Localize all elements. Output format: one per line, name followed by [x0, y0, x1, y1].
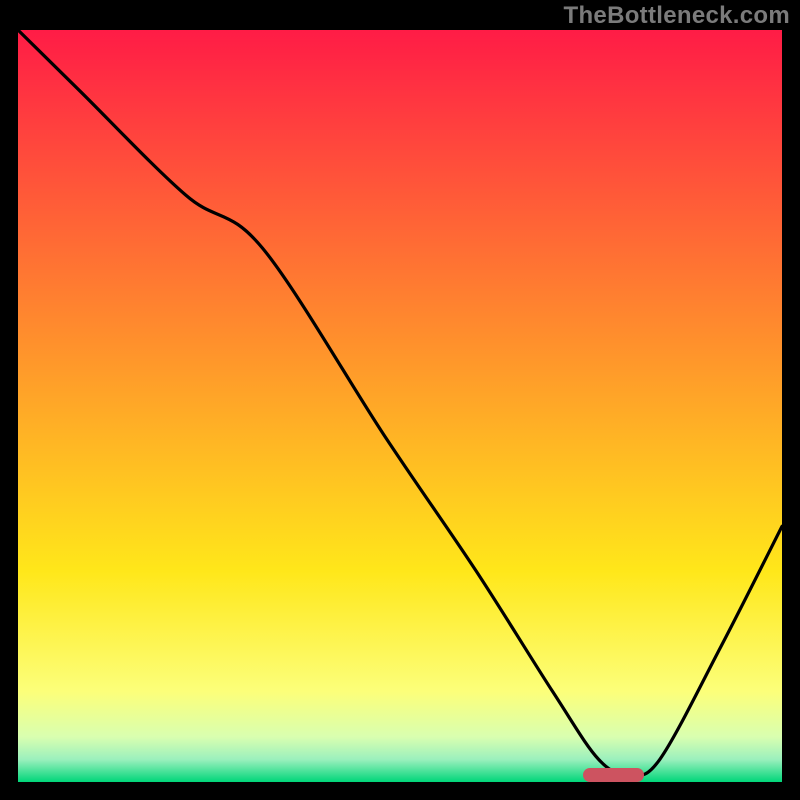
watermark-label: TheBottleneck.com: [564, 2, 790, 30]
plot-area: [18, 30, 782, 782]
optimal-range-marker: [583, 768, 644, 782]
bottleneck-curve: [18, 30, 782, 782]
chart-frame: TheBottleneck.com: [0, 0, 800, 800]
